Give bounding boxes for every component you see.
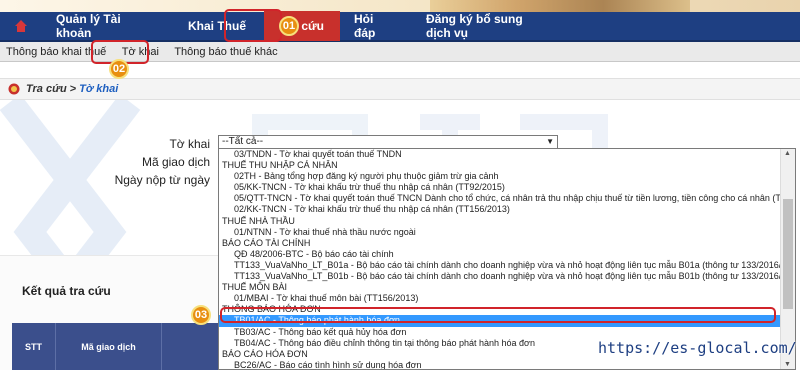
scroll-down-icon[interactable]: ▼ (784, 361, 791, 368)
results-title: Kết quả tra cứu (22, 284, 111, 298)
dropdown-option[interactable]: TT133_VuaVaNho_LT_B01a - Bộ báo cáo tài … (219, 260, 795, 271)
results-table-header: STT Mã giao dịch (12, 323, 222, 370)
nav-dang-ky-bo-sung[interactable]: Đăng ký bổ sung dịch vụ (400, 11, 560, 41)
nav-hoi-dap[interactable]: Hỏi đáp (340, 11, 400, 41)
dropdown-option[interactable]: 01/MBAI - Tờ khai thuế môn bài (TT156/20… (219, 293, 795, 304)
nav-quan-ly-tai-khoan[interactable]: Quản lý Tài khoản (42, 11, 170, 41)
home-icon (15, 20, 27, 32)
column-more (162, 323, 222, 370)
dropdown-option[interactable]: TB03/AC - Thông báo kết quả hủy hóa đơn (219, 327, 795, 338)
ngay-nop-label: Ngày nộp từ ngày (114, 173, 210, 187)
emblem-icon (8, 83, 20, 95)
dropdown-group-header: BÁO CÁO TÀI CHÍNH (222, 237, 311, 248)
dropdown-group-header: THUẾ NHÀ THẦU (222, 215, 295, 226)
dropdown-option[interactable]: 03/TNDN - Tờ khai quyết toán thuế TNDN (219, 149, 795, 160)
step-marker-1: 01 (279, 16, 299, 36)
step-marker-3: 03 (191, 305, 211, 325)
highlight-tb01-option (220, 307, 776, 323)
dropdown-option[interactable]: 02TH - Bảng tổng hợp đăng ký người phụ t… (219, 171, 795, 182)
to-khai-dropdown-list[interactable]: 03/TNDN - Tờ khai quyết toán thuế TNDN TH… (218, 148, 796, 370)
dropdown-scrollbar[interactable]: ▲ ▼ (780, 149, 795, 369)
step-marker-2: 02 (109, 59, 129, 79)
dropdown-option[interactable]: 01/NTNN - Tờ khai thuế nhà thầu nước ngo… (219, 227, 795, 238)
dropdown-option[interactable]: BC26/AC - Báo cáo tình hình sử dụng hóa … (219, 360, 795, 369)
scrollbar-thumb[interactable] (783, 199, 793, 309)
dropdown-option[interactable]: TT133_VuaVaNho_LT_B01b - Bộ báo cáo tài … (219, 271, 795, 282)
home-button[interactable] (0, 11, 42, 41)
to-khai-select[interactable]: --Tất cả-- ▼ (218, 135, 558, 149)
dropdown-option[interactable]: 02/KK-TNCN - Tờ khai khấu trừ thuế thu n… (219, 204, 795, 215)
main-navbar: Quản lý Tài khoản Khai Thuế Tra cứu Hỏi … (0, 11, 800, 42)
dropdown-group-header: THUẾ THU NHẬP CÁ NHÂN (222, 160, 338, 171)
scroll-up-icon[interactable]: ▲ (784, 150, 791, 157)
dropdown-group-header: THUẾ MÔN BÀI (222, 282, 288, 293)
to-khai-select-value: --Tất cả-- (222, 136, 264, 147)
column-stt: STT (12, 323, 56, 370)
breadcrumb-separator: > (69, 83, 77, 95)
ma-giao-dich-label: Mã giao dịch (141, 155, 210, 169)
watermark-url: https://es-glocal.com/ (598, 339, 797, 357)
highlight-tra-cuu (224, 9, 282, 42)
breadcrumb-to-khai[interactable]: Tờ khai (79, 83, 118, 95)
chevron-down-icon[interactable]: ▼ (546, 136, 554, 148)
breadcrumb-tra-cuu[interactable]: Tra cứu (26, 83, 67, 95)
dropdown-option[interactable]: 05/QTT-TNCN - Tờ khai quyết toán thuế TN… (219, 193, 795, 204)
dropdown-options: 03/TNDN - Tờ khai quyết toán thuế TNDN TH… (219, 149, 795, 369)
subnav-thong-bao-thue-khac[interactable]: Thông báo thuế khác (168, 46, 283, 58)
breadcrumb: Tra cứu > Tờ khai (0, 78, 800, 100)
to-khai-label: Tờ khai (169, 137, 210, 151)
dropdown-option[interactable]: 05/KK-TNCN - Tờ khai khấu trừ thuế thu n… (219, 182, 795, 193)
column-ma-giao-dich: Mã giao dịch (56, 323, 162, 370)
dropdown-option[interactable]: QĐ 48/2006-BTC - Bộ báo cáo tài chính (219, 249, 795, 260)
